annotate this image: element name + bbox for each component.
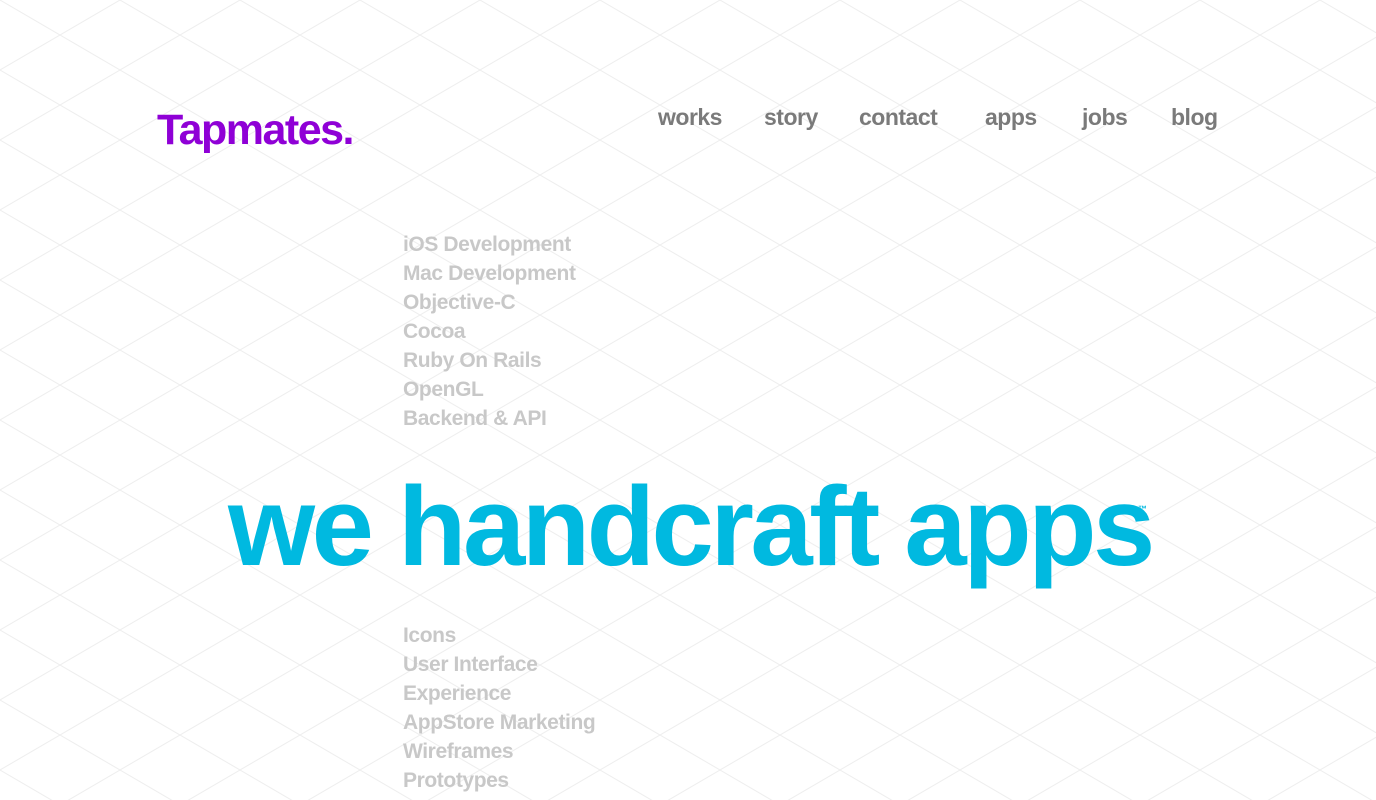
nav-link-contact[interactable]: contact (859, 100, 938, 134)
skill-prototypes: Prototypes (403, 769, 509, 792)
tapmates-logo[interactable]: Tapmates. (157, 104, 355, 156)
nav-link-story[interactable]: story (764, 100, 818, 134)
skill-ios-development: iOS Development (403, 233, 571, 256)
trademark-symbol: ™ (1138, 504, 1147, 514)
nav-link-works[interactable]: works (658, 100, 722, 134)
hero-headline: we handcraft apps ™ (228, 462, 1168, 592)
nav-link-blog[interactable]: blog (1171, 100, 1218, 134)
skill-opengl: OpenGL (403, 378, 484, 401)
skill-cocoa: Cocoa (403, 320, 466, 343)
skill-user-interface: User Interface (403, 653, 538, 676)
skill-experience: Experience (403, 682, 512, 705)
development-skills-list: iOS Development Mac Development Objectiv… (403, 230, 576, 433)
skill-backend-api: Backend & API (403, 407, 547, 430)
skill-wireframes: Wireframes (403, 740, 514, 763)
design-skills-list: Icons User Interface Experience AppStore… (403, 621, 596, 795)
skill-objective-c: Objective-C (403, 291, 516, 314)
skill-appstore-marketing: AppStore Marketing (403, 711, 596, 734)
main-navigation: works story contact apps jobs blog (658, 100, 1220, 134)
skill-icons: Icons (403, 624, 456, 647)
nav-link-jobs[interactable]: jobs (1082, 100, 1128, 134)
hero-headline-text: we handcraft apps (228, 464, 1155, 589)
skill-mac-development: Mac Development (403, 262, 576, 285)
skill-ruby-on-rails: Ruby On Rails (403, 349, 542, 372)
nav-link-apps[interactable]: apps (985, 100, 1037, 134)
